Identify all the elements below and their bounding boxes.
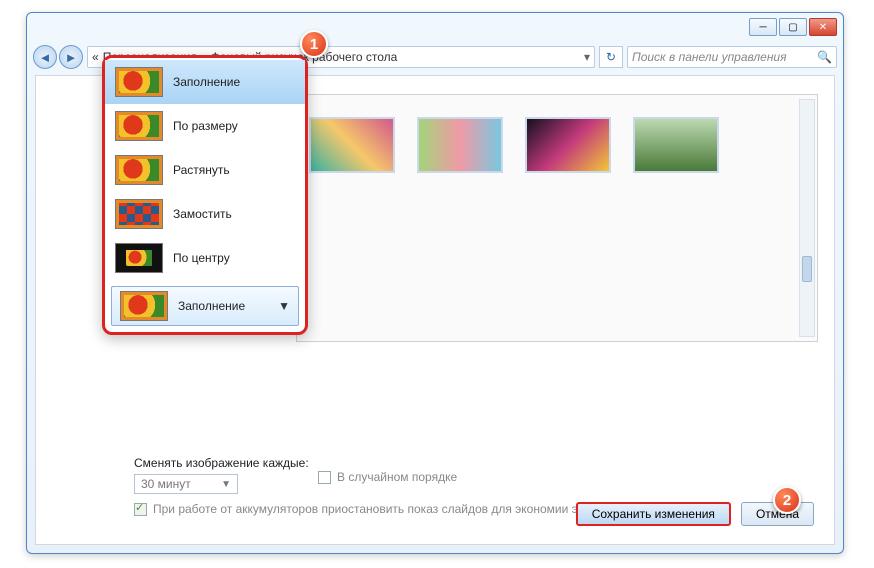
interval-value: 30 минут <box>141 477 191 491</box>
fit-thumb-icon <box>115 199 163 229</box>
fit-option-center[interactable]: По центру <box>105 236 305 280</box>
titlebar: ─ ▢ ✕ <box>27 13 843 41</box>
chevron-down-icon: ▼ <box>278 299 290 313</box>
save-label: Сохранить изменения <box>592 507 715 521</box>
fit-thumb-icon <box>120 291 168 321</box>
scrollbar-thumb[interactable] <box>802 256 812 282</box>
fit-label: По размеру <box>173 119 238 133</box>
fit-thumb-icon <box>115 67 163 97</box>
interval-select[interactable]: 30 минут ▼ <box>134 474 238 494</box>
chevron-down-icon[interactable]: ▾ <box>584 50 590 64</box>
wallpaper-thumb[interactable] <box>525 117 611 173</box>
picture-position-dropdown[interactable]: Заполнение По размеру Растянуть Замостит… <box>102 55 308 335</box>
scrollbar[interactable] <box>799 99 815 337</box>
fit-thumb-icon <box>115 243 163 273</box>
breadcrumb-chevron-icon: « <box>92 50 99 64</box>
fit-option-fit[interactable]: По размеру <box>105 104 305 148</box>
back-button[interactable]: ◄ <box>33 45 57 69</box>
slideshow-settings: Сменять изображение каждые: 30 минут ▼ В… <box>134 456 810 494</box>
fit-label: Растянуть <box>173 163 230 177</box>
fit-option-stretch[interactable]: Растянуть <box>105 148 305 192</box>
fit-label: По центру <box>173 251 230 265</box>
random-order-option[interactable]: В случайном порядке <box>318 470 457 484</box>
fit-label: Замостить <box>173 207 232 221</box>
wallpaper-list[interactable] <box>296 94 818 342</box>
fit-thumb-icon <box>115 111 163 141</box>
minimize-button[interactable]: ─ <box>749 18 777 36</box>
fit-current-combobox[interactable]: Заполнение ▼ <box>111 286 299 326</box>
fit-option-tile[interactable]: Замостить <box>105 192 305 236</box>
search-input[interactable]: Поиск в панели управления 🔍 <box>627 46 837 68</box>
chevron-down-icon: ▼ <box>221 479 231 490</box>
wallpaper-thumb[interactable] <box>633 117 719 173</box>
checkbox-checked-icon[interactable] <box>134 503 147 516</box>
forward-button[interactable]: ► <box>59 45 83 69</box>
maximize-button[interactable]: ▢ <box>779 18 807 36</box>
wallpaper-thumb[interactable] <box>309 117 395 173</box>
fit-current-label: Заполнение <box>178 299 245 313</box>
checkbox-icon[interactable] <box>318 471 331 484</box>
close-button[interactable]: ✕ <box>809 18 837 36</box>
fit-label: Заполнение <box>173 75 240 89</box>
save-button[interactable]: Сохранить изменения <box>576 502 731 526</box>
fit-thumb-icon <box>115 155 163 185</box>
refresh-button[interactable]: ↻ <box>599 46 623 68</box>
annotation-marker-1: 1 <box>300 30 328 58</box>
wallpaper-thumb[interactable] <box>417 117 503 173</box>
change-interval-label: Сменять изображение каждые: <box>134 456 810 470</box>
search-icon[interactable]: 🔍 <box>817 50 832 64</box>
search-placeholder: Поиск в панели управления <box>632 50 787 64</box>
random-label: В случайном порядке <box>337 470 457 484</box>
fit-option-fill[interactable]: Заполнение <box>105 60 305 104</box>
annotation-marker-2: 2 <box>773 486 801 514</box>
